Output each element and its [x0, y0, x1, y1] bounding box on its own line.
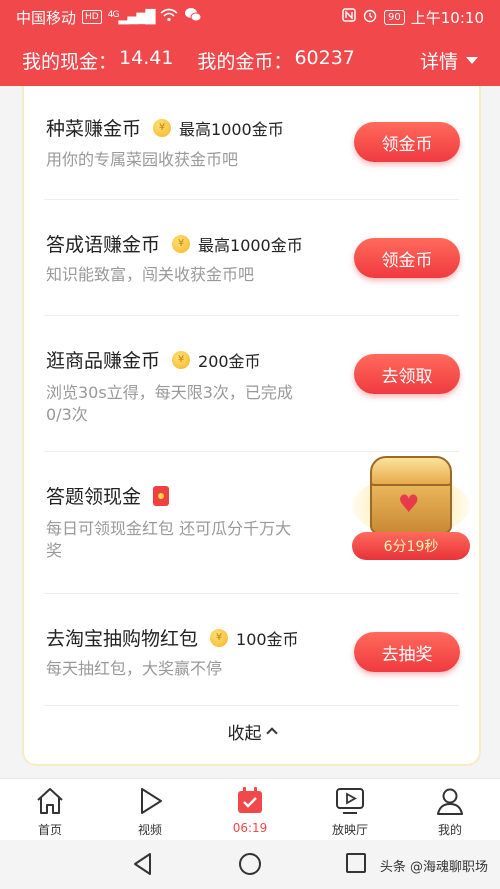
caret-down-icon: [466, 56, 478, 64]
tab-home[interactable]: 首页: [0, 779, 100, 840]
watermark: 头条 @海魂聊职场: [379, 860, 488, 875]
hd-badge: HD: [82, 10, 102, 24]
person-icon: [437, 788, 463, 815]
task-reward: 100金币: [236, 629, 299, 649]
task-reward: 最高1000金币: [198, 235, 303, 255]
task-title: 答成语赚金币: [46, 234, 161, 256]
task-title: 去淘宝抽购物红包: [46, 628, 199, 650]
status-time: 上午10:10: [410, 8, 484, 27]
cash-label: 我的现金：: [22, 50, 118, 73]
task-desc: 每日可领现金红包 还可瓜分千万大 奖: [46, 518, 291, 562]
go-claim-button[interactable]: 去领取: [354, 354, 460, 394]
task-desc: 浏览30s立得，每天限3次，已完成 0/3次: [46, 382, 293, 426]
task-card: 种菜赚金币 ¥ 最高1000金币 用你的专属菜园收获金币吧 领金币 答成语赚金币…: [22, 86, 481, 766]
tab-label: 我的: [437, 823, 462, 837]
home-icon: [37, 788, 63, 814]
task-title-row: 种菜赚金币 ¥ 最高1000金币: [46, 114, 284, 141]
red-packet-icon: [153, 485, 170, 506]
task-desc-line: 每天抽红包，大奖赢不停: [46, 659, 223, 678]
task-desc-line: 0/3次: [46, 405, 88, 424]
wallet-header: 我的现金： 14.41 我的金币： 60237 详情: [0, 34, 500, 86]
cash-summary: 我的现金： 14.41: [22, 47, 173, 74]
draw-lottery-button[interactable]: 去抽奖: [354, 632, 460, 672]
recents-icon[interactable]: [345, 852, 367, 874]
chest-timer: 6分19秒: [352, 532, 470, 560]
chevron-up-icon: [265, 727, 278, 739]
heart-icon: ♥: [398, 490, 420, 518]
cash-value: 14.41: [119, 46, 174, 69]
home-circle-icon[interactable]: [238, 852, 262, 876]
alarm-icon: [362, 7, 378, 27]
wifi-icon: [160, 8, 178, 26]
tab-video[interactable]: 视频: [100, 779, 200, 840]
coin-icon: ¥: [153, 118, 172, 137]
tab-label: 放映厅: [331, 823, 368, 837]
task-title-row: 逛商品赚金币 ¥ 200金币: [46, 346, 261, 373]
tv-icon: [336, 788, 364, 814]
task-desc-line: 奖: [46, 541, 63, 560]
tab-theater[interactable]: 放映厅: [300, 779, 400, 840]
task-desc-line: 浏览30s立得，每天限3次，已完成: [46, 383, 293, 402]
task-desc: 每天抽红包，大奖赢不停: [46, 658, 222, 680]
task-title-row: 答成语赚金币 ¥ 最高1000金币: [46, 230, 303, 257]
tab-label: 视频: [137, 823, 162, 837]
tab-label: 06:19: [232, 821, 268, 835]
battery-icon: 90: [384, 9, 405, 25]
bottom-tab-bar: 首页 视频 06:19 放映厅 我的: [0, 778, 500, 840]
task-desc: 知识能致富，闯关收获金币吧: [46, 264, 254, 286]
status-bar: 中国移动 HD 4G▂▄▆█ 90 上午10:10: [0, 0, 500, 34]
task-desc: 用你的专属菜园收获金币吧: [46, 149, 238, 171]
tab-mine[interactable]: 我的: [400, 779, 500, 840]
task-item: 去淘宝抽购物红包 ¥ 100金币 每天抽红包，大奖赢不停 去抽奖: [24, 594, 479, 706]
task-desc-line: 知识能致富，闯关收获金币吧: [46, 265, 255, 284]
chest-lid: [370, 456, 452, 486]
system-nav-bar: 头条 @海魂聊职场: [0, 840, 500, 889]
tab-task-timer[interactable]: 06:19: [200, 779, 300, 840]
carrier-label: 中国移动: [16, 8, 77, 27]
coin-icon: ¥: [172, 234, 191, 253]
task-desc-line: 用你的专属菜园收获金币吧: [46, 150, 239, 169]
back-icon[interactable]: [132, 852, 154, 876]
task-title-row: 去淘宝抽购物红包 ¥ 100金币: [46, 624, 299, 651]
collapse-label: 收起: [227, 723, 262, 744]
coins-label: 我的金币：: [197, 50, 293, 73]
signal-icon: 4G▂▄▆█: [107, 9, 156, 25]
collapse-button[interactable]: 收起: [24, 706, 479, 756]
claim-coins-button[interactable]: 领金币: [354, 122, 460, 162]
coin-icon: ¥: [210, 628, 229, 647]
coin-icon: ¥: [172, 350, 191, 369]
nfc-icon: [342, 8, 356, 26]
task-title-row: 答题领现金: [46, 482, 170, 509]
task-item: 答成语赚金币 ¥ 最高1000金币 知识能致富，闯关收获金币吧 领金币: [24, 200, 479, 316]
play-icon: [141, 788, 162, 814]
task-item: 种菜赚金币 ¥ 最高1000金币 用你的专属菜园收获金币吧 领金币: [24, 86, 479, 200]
task-title: 答题领现金: [46, 486, 142, 508]
tab-label: 首页: [37, 823, 62, 837]
task-reward: 200金币: [198, 351, 261, 371]
network-type-label: 4G: [107, 9, 120, 20]
task-title: 种菜赚金币: [46, 118, 142, 140]
task-item: 逛商品赚金币 ¥ 200金币 浏览30s立得，每天限3次，已完成 0/3次 去领…: [24, 316, 479, 452]
detail-label: 详情: [419, 50, 458, 73]
coins-summary: 我的金币： 60237: [197, 47, 354, 74]
wechat-icon: [184, 7, 202, 27]
claim-coins-button[interactable]: 领金币: [354, 238, 460, 278]
calendar-check-icon: [238, 787, 262, 813]
treasure-chest-button[interactable]: ♥ 6分19秒: [352, 456, 470, 560]
coins-value: 60237: [294, 46, 355, 69]
task-title: 逛商品赚金币: [46, 350, 161, 372]
detail-button[interactable]: 详情: [420, 47, 478, 74]
task-reward: 最高1000金币: [179, 119, 284, 139]
task-desc-line: 每日可领现金红包 还可瓜分千万大: [46, 519, 292, 538]
